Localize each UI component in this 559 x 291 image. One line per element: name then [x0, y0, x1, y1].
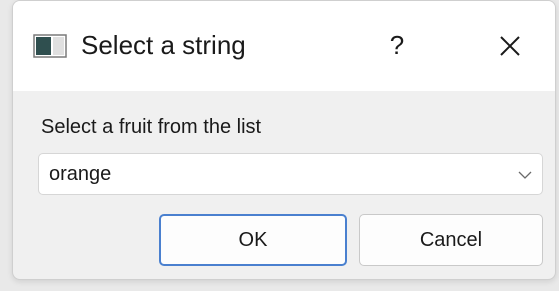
ok-button[interactable]: OK	[159, 214, 347, 266]
prompt-label: Select a fruit from the list	[41, 116, 262, 138]
cancel-button[interactable]: Cancel	[359, 214, 543, 266]
help-button[interactable]: ?	[375, 23, 419, 67]
window-app-icon	[33, 34, 67, 58]
close-button[interactable]	[487, 23, 533, 69]
close-icon	[500, 36, 520, 56]
title-bar: Select a string ?	[13, 1, 555, 91]
window-title: Select a string	[81, 30, 246, 60]
fruit-combobox[interactable]: orange	[38, 153, 543, 195]
chevron-down-icon	[518, 168, 532, 180]
select-string-dialog: Select a string ? Select a fruit from th…	[12, 0, 556, 280]
combobox-value: orange	[49, 163, 112, 185]
